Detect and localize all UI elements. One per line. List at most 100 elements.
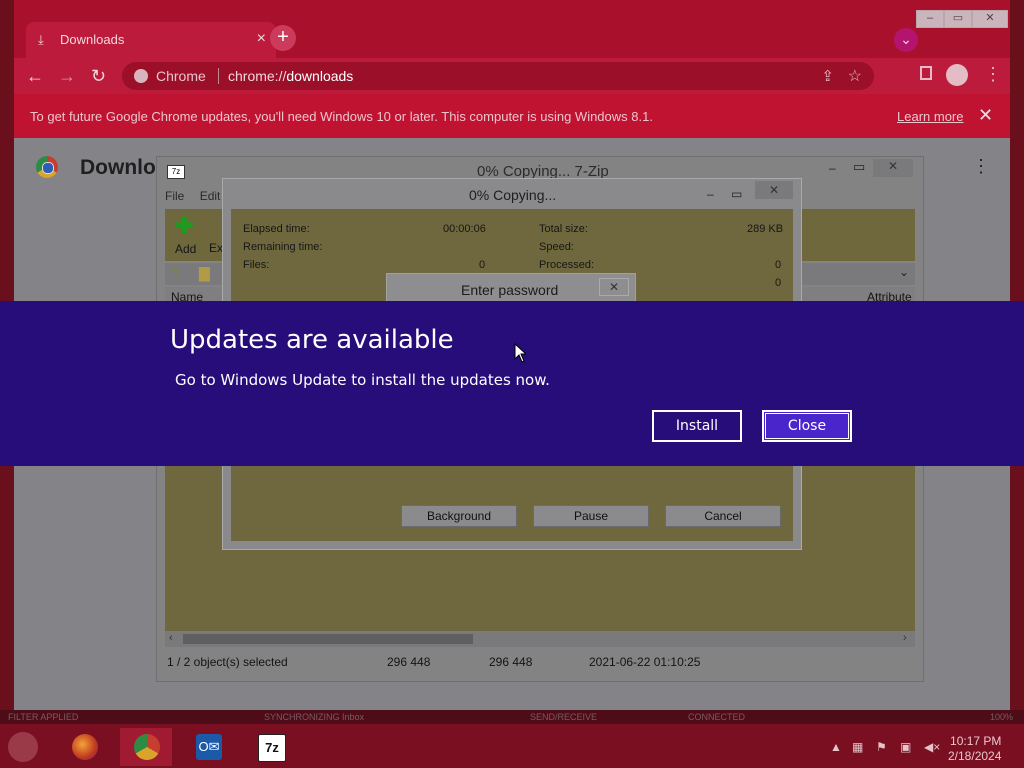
start-orb-icon[interactable] <box>8 732 38 762</box>
copy-dialog-title: 0% Copying... <box>469 187 557 203</box>
files-label: Files: <box>243 259 270 271</box>
tray-network-icon[interactable]: ▣ <box>900 740 911 754</box>
tab-close-icon[interactable]: × <box>257 30 266 48</box>
up-folder-icon[interactable]: ⇧ <box>169 265 181 282</box>
url-prefix: chrome:// <box>228 68 287 84</box>
scroll-thumb[interactable] <box>183 634 473 644</box>
7zip-close-button[interactable]: ✕ <box>873 159 913 177</box>
strip-zoom: 100% <box>990 712 1014 722</box>
menu-file[interactable]: File <box>165 189 184 203</box>
close-window-button[interactable]: ✕ <box>972 10 1008 28</box>
7zip-menubar: File Edit <box>165 189 220 203</box>
update-message: Go to Windows Update to install the upda… <box>175 371 550 389</box>
tray-volume-icon[interactable]: ◀× <box>924 740 940 754</box>
learn-more-link[interactable]: Learn more <box>897 109 963 124</box>
7zip-app-icon: 7z <box>167 165 185 179</box>
taskbar-outlook[interactable]: O✉ <box>182 728 234 766</box>
update-infobar: To get future Google Chrome updates, you… <box>14 94 1010 138</box>
background-button[interactable]: Background <box>401 505 517 527</box>
tab-downloads[interactable]: ⤓ Downloads × <box>26 22 276 58</box>
infobar-message: To get future Google Chrome updates, you… <box>30 109 653 124</box>
tray-flag-icon[interactable]: ⚑ <box>876 740 887 754</box>
path-dropdown-icon[interactable]: ⌄ <box>899 265 909 279</box>
window-controls: – ▭ ✕ <box>916 10 1008 28</box>
processed-label: Processed: <box>539 259 595 271</box>
outlook-icon: O✉ <box>196 734 222 760</box>
status-size: 296 448 <box>387 655 431 669</box>
7zip-minimize-button[interactable]: – <box>829 161 836 175</box>
remaining-label: Remaining time: <box>243 241 323 253</box>
copy-minimize-button[interactable]: – <box>707 187 714 201</box>
elapsed-label: Elapsed time: <box>243 223 310 235</box>
strip-send: SEND/RECEIVE <box>530 712 598 722</box>
address-bar[interactable]: Chrome chrome://downloads ⇪ ☆ <box>122 62 874 90</box>
downloads-menu-icon[interactable]: ⋮ <box>972 156 990 177</box>
7zip-statusbar: 1 / 2 object(s) selected 296 448 296 448… <box>165 651 915 673</box>
taskbar-7zip[interactable]: 7z <box>244 728 296 766</box>
tray-expand-icon[interactable]: ▲ <box>830 740 842 754</box>
chrome-logo-icon <box>36 156 58 178</box>
kebab-menu-icon[interactable]: ⋮ <box>984 64 1002 85</box>
infobar-close-icon[interactable]: ✕ <box>978 105 993 126</box>
omnibox-chip: Chrome <box>156 68 206 84</box>
side-panel-icon[interactable] <box>920 66 932 80</box>
download-icon: ⤓ <box>38 32 44 47</box>
add-label: Add <box>175 242 197 256</box>
forward-icon[interactable]: → <box>58 66 76 87</box>
extra-value: 0 <box>775 277 782 289</box>
scroll-left-icon[interactable]: ‹ <box>169 632 173 644</box>
scroll-right-icon[interactable]: › <box>903 632 907 644</box>
taskbar-firefox[interactable] <box>58 728 110 766</box>
reload-icon[interactable]: ↻ <box>91 66 106 87</box>
tab-title: Downloads <box>60 32 125 47</box>
taskbar-clock[interactable]: 10:17 PM 2/18/2024 <box>948 734 1001 764</box>
cancel-button[interactable]: Cancel <box>665 505 781 527</box>
strip-filter: FILTER APPLIED <box>8 712 79 722</box>
speed-label: Speed: <box>539 241 574 253</box>
folder-icon[interactable]: ▇ <box>199 265 210 282</box>
7zip-maximize-button[interactable]: ▭ <box>853 159 865 175</box>
windows-update-banner: Updates are available Go to Windows Upda… <box>0 301 1024 466</box>
clock-time: 10:17 PM <box>950 734 1002 748</box>
pause-button[interactable]: Pause <box>533 505 649 527</box>
chrome-site-icon <box>134 69 148 83</box>
status-modified: 2021-06-22 01:10:25 <box>589 655 701 669</box>
processed-value: 0 <box>775 259 782 271</box>
menu-edit[interactable]: Edit <box>200 189 221 203</box>
copy-maximize-button[interactable]: ▭ <box>731 187 742 201</box>
back-icon[interactable]: ← <box>26 66 44 87</box>
password-close-button[interactable]: ✕ <box>599 278 629 296</box>
taskbar: O✉ 7z ▲ ▦ ⚑ ▣ ◀× 10:17 PM 2/18/2024 <box>0 724 1024 768</box>
page-title: Downlo <box>80 156 156 179</box>
status-selection: 1 / 2 object(s) selected <box>167 655 288 669</box>
maximize-button[interactable]: ▭ <box>944 10 972 28</box>
profile-avatar[interactable] <box>946 64 968 86</box>
horizontal-scrollbar[interactable]: ‹ › <box>165 631 915 647</box>
plus-icon: ✚ <box>175 213 194 238</box>
clock-date: 2/18/2024 <box>948 749 1002 763</box>
background-app-statusbar: FILTER APPLIED SYNCHRONIZING Inbox SEND/… <box>0 710 1024 724</box>
add-button[interactable]: ✚ Add <box>175 215 197 257</box>
share-icon[interactable]: ⇪ <box>821 67 834 85</box>
new-tab-button[interactable]: + <box>270 25 296 51</box>
close-button[interactable]: Close <box>762 410 852 442</box>
total-size-label: Total size: <box>539 223 588 235</box>
elapsed-value: 00:00:06 <box>443 223 486 235</box>
firefox-icon <box>72 734 98 760</box>
tray-window-icon[interactable]: ▦ <box>852 740 863 754</box>
update-heading: Updates are available <box>170 325 454 355</box>
tab-search-icon[interactable]: ⌄ <box>894 28 918 52</box>
taskbar-chrome[interactable] <box>120 728 172 766</box>
strip-sync: SYNCHRONIZING Inbox <box>264 712 365 722</box>
bookmark-star-icon[interactable]: ☆ <box>848 66 862 86</box>
browser-toolbar: ← → ↻ Chrome chrome://downloads ⇪ ☆ ⋮ <box>14 58 1010 94</box>
strip-conn: CONNECTED <box>688 712 746 722</box>
chrome-icon <box>134 734 160 760</box>
omnibox-separator <box>218 68 219 84</box>
status-packed-size: 296 448 <box>489 655 533 669</box>
install-button[interactable]: Install <box>652 410 742 442</box>
copy-close-button[interactable]: ✕ <box>755 181 793 199</box>
url-text[interactable]: chrome://downloads <box>228 68 353 84</box>
url-path: downloads <box>286 68 354 84</box>
minimize-button[interactable]: – <box>916 10 944 28</box>
